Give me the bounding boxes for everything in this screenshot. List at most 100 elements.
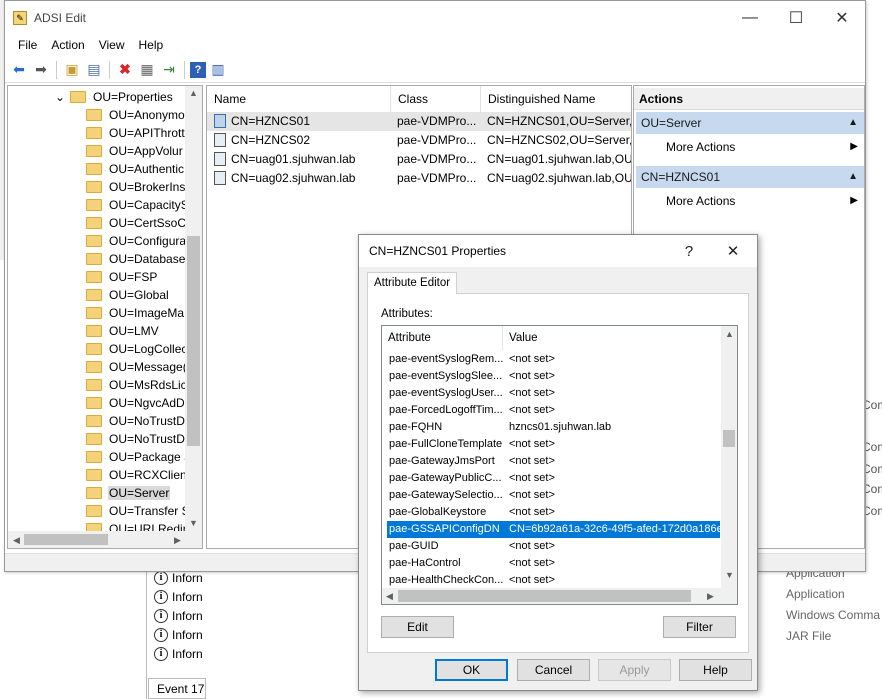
list-cell-name: CN=uag01.sjuhwan.lab bbox=[231, 152, 356, 166]
tree-horizontal-scrollbar[interactable]: ◀ ▶ bbox=[8, 531, 202, 548]
column-header-value[interactable]: Value bbox=[503, 326, 723, 350]
dialog-help-button[interactable]: ? bbox=[669, 235, 709, 267]
attribute-value: hzncs01.sjuhwan.lab bbox=[509, 421, 612, 433]
toolbar-separator bbox=[184, 60, 185, 79]
help-button[interactable]: Help bbox=[679, 659, 752, 681]
attribute-row[interactable]: pae-GatewayPublicC... <not set> bbox=[387, 470, 720, 487]
filter-button[interactable]: Filter bbox=[663, 616, 736, 638]
tree-item-label: OU=LogCollec bbox=[109, 342, 188, 356]
menu-help[interactable]: Help bbox=[132, 38, 171, 52]
scroll-thumb[interactable] bbox=[187, 236, 200, 446]
list-row[interactable]: CN=HZNCS02 pae-VDMPro... CN=HZNCS02,OU=Ser… bbox=[207, 131, 631, 150]
actions-section-cn-hzncs01[interactable]: CN=HZNCS01 ▲ bbox=[636, 166, 864, 188]
attribute-row[interactable]: pae-FQHN hzncs01.sjuhwan.lab bbox=[387, 419, 720, 436]
attributes-vertical-scrollbar[interactable]: ▲ ▼ bbox=[721, 326, 737, 604]
menu-view[interactable]: View bbox=[92, 38, 132, 52]
scroll-down-icon[interactable]: ▼ bbox=[725, 570, 734, 580]
attribute-name: pae-ForcedLogoffTim... bbox=[389, 404, 503, 416]
attribute-value: <not set> bbox=[509, 574, 555, 586]
tree-item-label: OU=NgvcAdD bbox=[109, 396, 185, 410]
attribute-name: pae-eventSyslogSlee... bbox=[389, 370, 503, 382]
attribute-name: pae-eventSyslogRem... bbox=[389, 353, 504, 365]
scroll-up-icon[interactable]: ▲ bbox=[725, 329, 734, 339]
folder-icon bbox=[86, 163, 102, 175]
action-pane-icon[interactable]: ▥ bbox=[208, 60, 228, 80]
menu-action[interactable]: Action bbox=[44, 38, 91, 52]
tab-attribute-editor[interactable]: Attribute Editor bbox=[367, 272, 458, 294]
event-row[interactable]: i Inforn bbox=[154, 606, 204, 625]
back-arrow-icon[interactable]: ⬅ bbox=[9, 60, 29, 80]
scroll-right-icon[interactable]: ▶ bbox=[174, 535, 181, 546]
ok-button[interactable]: OK bbox=[435, 659, 508, 681]
attribute-row[interactable]: pae-GUID <not set> bbox=[387, 538, 720, 555]
folder-icon bbox=[86, 487, 102, 499]
tree-item-label: OU=AppVolur bbox=[109, 144, 183, 158]
column-header-attribute[interactable]: Attribute bbox=[382, 326, 503, 350]
info-icon: i bbox=[154, 589, 168, 604]
folder-icon bbox=[86, 109, 102, 121]
tree-pane: ⌄ OU=Properties OU=Anonymo OU=APIThrott OU=A… bbox=[7, 85, 203, 549]
cancel-button[interactable]: Cancel bbox=[517, 659, 590, 681]
attribute-row[interactable]: pae-GatewayJmsPort <not set> bbox=[387, 453, 720, 470]
attribute-row[interactable]: pae-GSSAPIConfigDN CN=6b92a61a-32c6-49f5-… bbox=[387, 521, 720, 538]
show-hide-tree-icon[interactable]: ▤ bbox=[84, 60, 104, 80]
collapse-triangle-icon[interactable]: ▲ bbox=[848, 112, 858, 134]
attribute-row[interactable]: pae-GatewaySelectio... <not set> bbox=[387, 487, 720, 504]
attribute-row[interactable]: pae-eventSyslogSlee... <not set> bbox=[387, 368, 720, 385]
collapse-triangle-icon[interactable]: ▲ bbox=[848, 166, 858, 188]
properties-icon[interactable]: ▦ bbox=[137, 60, 157, 80]
edit-button[interactable]: Edit bbox=[381, 616, 454, 638]
attribute-row[interactable]: pae-eventSyslogUser... <not set> bbox=[387, 385, 720, 402]
list-row[interactable]: CN=HZNCS01 pae-VDMPro... CN=HZNCS01,OU=Ser… bbox=[207, 112, 631, 131]
attribute-row[interactable]: pae-eventSyslogRem... <not set> bbox=[387, 351, 720, 368]
attribute-row[interactable]: pae-FullCloneTemplate <not set> bbox=[387, 436, 720, 453]
column-header-distinguished-name[interactable]: Distinguished Name bbox=[481, 86, 631, 112]
delete-icon[interactable]: ✖ bbox=[115, 60, 135, 80]
scroll-thumb[interactable] bbox=[723, 430, 735, 447]
tree-vertical-scrollbar[interactable]: ▲ ▼ bbox=[185, 86, 202, 531]
list-row[interactable]: CN=uag01.sjuhwan.lab pae-VDMPro... CN=uag0… bbox=[207, 150, 632, 169]
dialog-close-button[interactable]: ✕ bbox=[713, 235, 753, 267]
tree-item-label: OU=Authentic bbox=[109, 162, 185, 176]
event-tab[interactable]: Event 179 bbox=[148, 678, 206, 699]
attribute-row[interactable]: pae-GlobalKeystore <not set> bbox=[387, 504, 720, 521]
scroll-down-icon[interactable]: ▼ bbox=[189, 518, 198, 528]
scroll-left-icon[interactable]: ◀ bbox=[386, 591, 393, 602]
close-button[interactable]: ✕ bbox=[819, 1, 865, 35]
scroll-thumb[interactable] bbox=[398, 590, 691, 602]
minimize-button[interactable]: — bbox=[727, 1, 773, 35]
more-actions-ou-server[interactable]: More Actions ▶ bbox=[666, 136, 862, 158]
export-list-icon[interactable]: ⇥ bbox=[159, 60, 179, 80]
more-actions-cn-hzncs01[interactable]: More Actions ▶ bbox=[666, 190, 862, 212]
scroll-thumb[interactable] bbox=[24, 534, 108, 545]
attributes-horizontal-scrollbar[interactable]: ◀ ▶ bbox=[382, 588, 722, 604]
help-icon[interactable]: ? bbox=[190, 61, 206, 78]
forward-arrow-icon[interactable]: ➡ bbox=[31, 60, 51, 80]
list-row[interactable]: CN=uag02.sjuhwan.lab pae-VDMPro... CN=uag0… bbox=[207, 169, 631, 188]
attribute-value: <not set> bbox=[509, 557, 555, 569]
event-row[interactable]: i Inforn bbox=[154, 644, 204, 663]
folder-icon bbox=[86, 397, 102, 409]
column-header-class[interactable]: Class bbox=[391, 86, 481, 112]
scroll-up-icon[interactable]: ▲ bbox=[189, 88, 198, 98]
column-header-name[interactable]: Name bbox=[207, 86, 391, 112]
maximize-button[interactable]: ☐ bbox=[773, 1, 819, 35]
event-row[interactable]: i Inforn bbox=[154, 625, 204, 644]
menu-file[interactable]: File bbox=[11, 38, 44, 52]
scroll-right-icon[interactable]: ▶ bbox=[707, 591, 714, 602]
event-row[interactable]: i Inforn bbox=[154, 587, 204, 606]
folder-icon bbox=[86, 379, 102, 391]
up-folder-icon[interactable]: ▣ bbox=[62, 60, 82, 80]
list-cell-name: CN=uag02.sjuhwan.lab bbox=[231, 171, 356, 185]
attribute-row[interactable]: pae-ForcedLogoffTim... <not set> bbox=[387, 402, 720, 419]
expand-chevron-icon[interactable]: ⌄ bbox=[52, 91, 68, 103]
attribute-row[interactable]: pae-HealthCheckCon... <not set> bbox=[387, 572, 720, 589]
attribute-row[interactable]: pae-HaControl <not set> bbox=[387, 555, 720, 572]
scroll-left-icon[interactable]: ◀ bbox=[13, 535, 20, 546]
list-cell-distinguished-name: CN=uag01.sjuhwan.lab,OU bbox=[487, 152, 632, 166]
attribute-value: <not set> bbox=[509, 404, 555, 416]
tree-item[interactable]: ⌄ OU=Properties bbox=[52, 88, 202, 106]
actions-section-ou-server[interactable]: OU=Server ▲ bbox=[636, 112, 864, 134]
tree-item-label: OU=NoTrustD bbox=[109, 432, 185, 446]
apply-button[interactable]: Apply bbox=[598, 659, 671, 681]
